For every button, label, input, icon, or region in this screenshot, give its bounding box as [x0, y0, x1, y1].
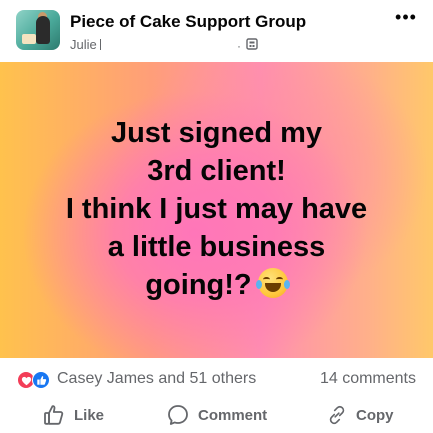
comment-label: Comment	[198, 406, 268, 424]
copy-button[interactable]: Copy	[326, 400, 394, 430]
link-icon	[329, 405, 345, 425]
more-options-button[interactable]: •••	[392, 7, 420, 32]
like-label: Like	[74, 406, 105, 424]
more-options-icon: •••	[395, 7, 417, 27]
post-author[interactable]: Julie	[70, 37, 101, 52]
reactions-summary[interactable]: Casey James and 51 others	[57, 370, 256, 388]
post-line-4: a little business	[107, 231, 326, 263]
avatar-person	[36, 16, 50, 44]
meta-dot-separator: ·	[237, 39, 241, 53]
post-line-5: going!?	[0, 266, 433, 304]
post-line-2: 3rd client!	[147, 155, 286, 187]
post-text: Just signed my 3rd client! I think I jus…	[0, 114, 433, 304]
avatar-cake	[22, 34, 36, 44]
tears-of-joy-emoji-icon	[255, 268, 290, 298]
group-avatar-icon[interactable]	[16, 10, 60, 50]
like-icon	[32, 371, 50, 389]
post-line-5-text: going!?	[145, 269, 252, 301]
group-name-link[interactable]: Piece of Cake Support Group	[70, 12, 306, 32]
post-header: Piece of Cake Support Group Julie · •••	[0, 0, 433, 62]
like-button[interactable]: Like	[42, 400, 104, 430]
copy-label: Copy	[356, 406, 394, 424]
comment-button[interactable]: Comment	[166, 400, 267, 430]
text-cursor	[99, 39, 101, 50]
post-line-1: Just signed my	[110, 117, 323, 149]
author-name[interactable]: Julie	[70, 37, 97, 52]
reaction-icons[interactable]	[17, 371, 53, 389]
comments-count[interactable]: 14 comments	[320, 370, 416, 388]
post-actions: Like Comment Copy	[0, 398, 433, 433]
reactions-bar: Casey James and 51 others 14 comments	[0, 366, 433, 390]
post-background[interactable]: Just signed my 3rd client! I think I jus…	[0, 62, 433, 358]
thumbs-up-icon	[44, 405, 64, 425]
group-privacy-icon[interactable]	[246, 38, 258, 50]
comment-bubble-icon	[168, 405, 188, 425]
post-line-3: I think I just may have	[65, 193, 368, 225]
